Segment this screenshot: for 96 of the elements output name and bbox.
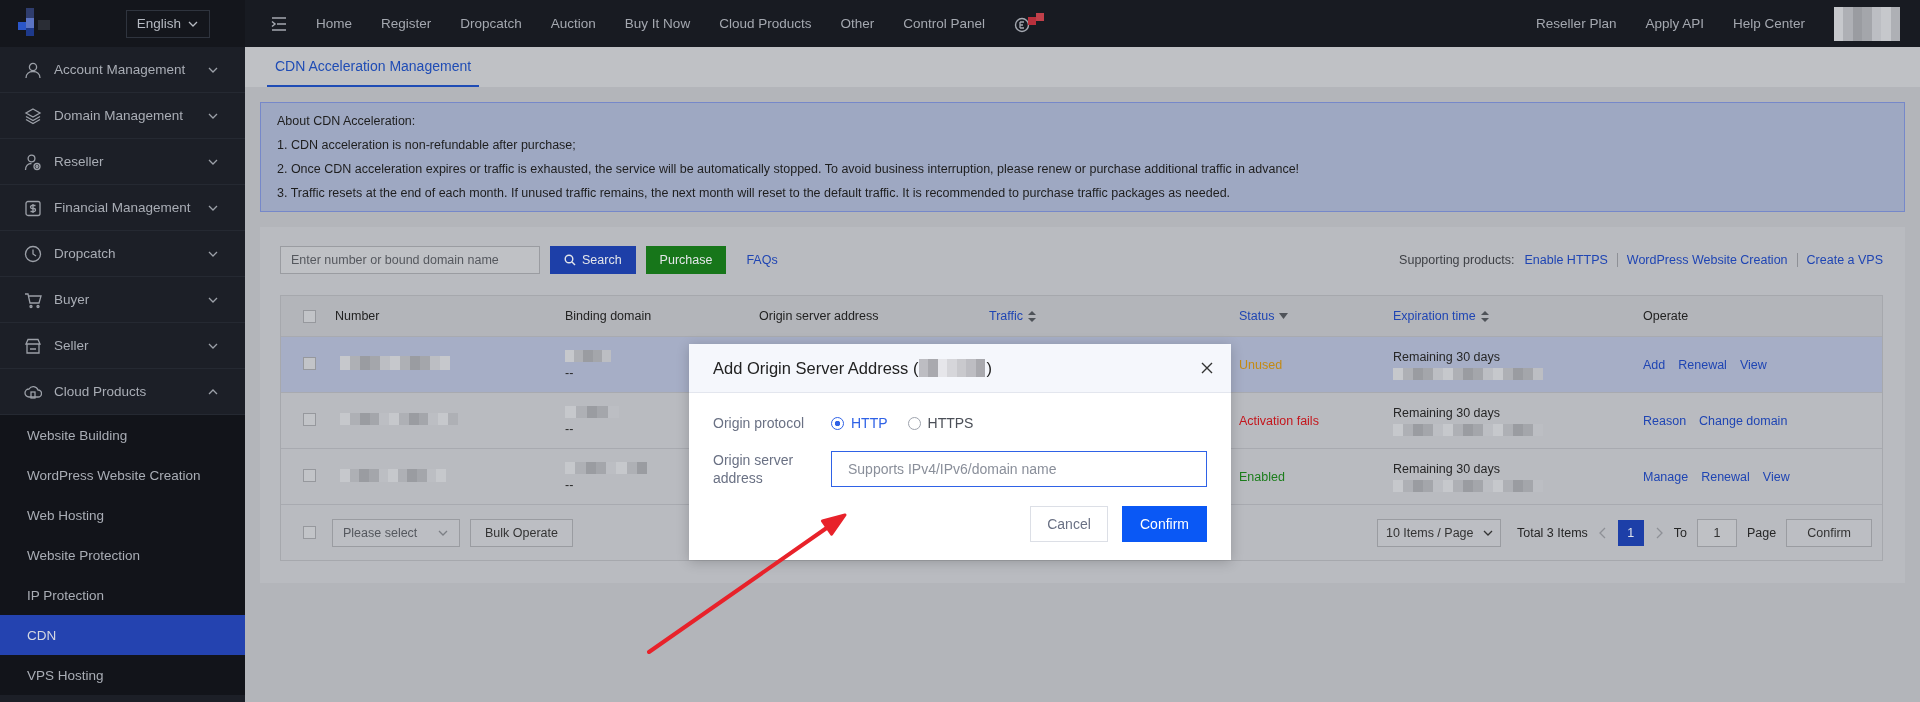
nav-link[interactable]: Other (840, 16, 875, 31)
checkbox[interactable] (303, 526, 316, 539)
table-cell: -- (565, 477, 574, 492)
sidebar-icon (24, 244, 42, 263)
status-text: Enabled (1239, 469, 1285, 484)
pixelated-icon[interactable] (1014, 12, 1047, 35)
search-icon (564, 254, 576, 266)
menu-icon[interactable] (271, 16, 287, 31)
notice-title: About CDN Acceleration: (277, 113, 417, 130)
table-cell: -- (565, 421, 574, 436)
supporting-label: Supporting products: (1399, 253, 1515, 267)
purchase-button[interactable]: Purchase (645, 246, 727, 274)
sidebar-icon (24, 106, 42, 125)
field-label: Origin protocol (713, 415, 806, 431)
notice-text: 1. CDN acceleration is non-refundable after purchase; (277, 137, 577, 154)
product-link[interactable]: WordPress Website Creation (1616, 253, 1797, 267)
pixelated-avatar (1834, 6, 1900, 41)
column-header: Origin server address (759, 309, 879, 323)
column-header: Expiration time (1393, 309, 1476, 323)
notice-text: 2. Once CDN acceleration expires or traffic is exhausted, the service will be automatically stopped. To avoid business interruption, please renew or purchase additional traffic in advance! (277, 161, 1301, 178)
dialog-title: Add Origin Server Address ( (713, 358, 919, 378)
sidebar-icon (24, 198, 42, 217)
column-header: Status (1239, 309, 1275, 323)
page-number[interactable]: 1 (1617, 519, 1644, 546)
product-link[interactable]: Create a VPS (1796, 253, 1883, 267)
sidebar-subitem[interactable]: Website Protection (0, 535, 245, 575)
action-link[interactable]: Manage (1643, 469, 1689, 484)
close-icon[interactable] (1201, 362, 1213, 374)
page-jump-field[interactable]: 1 (1697, 518, 1738, 547)
pixelated-block (919, 359, 986, 377)
action-link[interactable]: Renewal (1678, 357, 1727, 372)
sidebar-icon (24, 336, 42, 355)
table-cell: Remaining 30 days (1393, 349, 1500, 364)
nav-link[interactable]: Dropcatch (460, 16, 522, 31)
language-dropdown[interactable]: English (125, 9, 210, 38)
filter-icon[interactable] (1279, 313, 1289, 319)
search-button[interactable]: Search (550, 246, 636, 274)
bulk-operate-button[interactable]: Bulk Operate (470, 518, 573, 547)
confirm-button[interactable]: Confirm (1786, 518, 1872, 547)
checkbox[interactable] (303, 412, 316, 426)
nav-link[interactable]: Help Center (1732, 16, 1805, 31)
sidebar-subitem[interactable]: WordPress Website Creation (0, 455, 245, 495)
checkbox[interactable] (303, 356, 316, 370)
product-link[interactable]: Enable HTTPS (1524, 253, 1617, 267)
action-link[interactable]: View (1762, 469, 1790, 484)
column-header: Binding domain (565, 309, 652, 323)
nav-link[interactable]: Cloud Products (719, 16, 812, 31)
status-text: Unused (1239, 357, 1283, 372)
sidebar-icon (24, 60, 42, 79)
bulk-select[interactable]: Please select (332, 518, 460, 547)
nav-link[interactable]: Auction (550, 16, 596, 31)
nav-link[interactable]: Register (381, 16, 432, 31)
nav-link[interactable]: Buy It Now (624, 16, 691, 31)
action-link[interactable]: Change domain (1699, 413, 1788, 428)
total-count: Total 3 Items (1516, 525, 1588, 540)
checkbox[interactable] (303, 309, 316, 323)
sidebar-subitem[interactable]: Web Hosting (0, 495, 245, 535)
sidebar-icon (24, 290, 42, 309)
nav-link[interactable]: Reseller Plan (1536, 16, 1617, 31)
action-link[interactable]: View (1739, 357, 1767, 372)
search-field[interactable]: Enter number or bound domain name (280, 246, 540, 274)
nav-link[interactable]: Control Panel (903, 16, 986, 31)
pixelated-block (565, 349, 611, 362)
column-header: Operate (1643, 309, 1689, 323)
sidebar-icon (24, 152, 42, 171)
status-text: Activation fails (1239, 413, 1319, 428)
table-cell: Remaining 30 days (1393, 461, 1500, 476)
radio-option[interactable]: HTTPS (907, 415, 974, 431)
sort-icon[interactable] (1480, 310, 1489, 322)
action-link[interactable]: Reason (1643, 413, 1687, 428)
page-tab[interactable]: CDN Acceleration Management (267, 47, 480, 87)
column-header: Number (335, 309, 380, 323)
cancel-button[interactable]: Cancel (1030, 506, 1108, 542)
sidebar-subitem[interactable]: VPS Hosting (0, 655, 245, 695)
nav-link[interactable]: Apply API (1645, 16, 1704, 31)
sort-icon[interactable] (1028, 310, 1037, 322)
faqs-link[interactable]: FAQs (746, 253, 778, 267)
dialog-title: ) (986, 358, 992, 378)
field-label: Origin server address (713, 451, 795, 487)
address-field[interactable]: Supports IPv4/IPv6/domain name (831, 451, 1207, 487)
checkbox[interactable] (303, 468, 316, 482)
action-link[interactable]: Renewal (1701, 469, 1750, 484)
sidebar-subitem[interactable]: IP Protection (0, 575, 245, 615)
column-header: Traffic (989, 309, 1024, 323)
notice-text: 3. Traffic resets at the end of each month. If unused traffic remains, the next month will reset to the default traffic. It is recommended to purchase traffic packages as needed. (277, 185, 1232, 202)
table-cell: Remaining 30 days (1393, 405, 1500, 420)
nav-link[interactable]: Home (316, 16, 352, 31)
sidebar-subitem[interactable]: Website Building (0, 415, 245, 455)
confirm-button[interactable]: Confirm (1122, 506, 1207, 542)
jump-label: To (1673, 525, 1688, 540)
page-size-select[interactable]: 10 Items / Page (1376, 518, 1501, 547)
table-cell: -- (565, 365, 574, 380)
action-link[interactable]: Add (1643, 357, 1666, 372)
page-label: Page (1747, 525, 1777, 540)
sidebar-subitem[interactable]: CDN (0, 615, 245, 655)
radio-option[interactable]: HTTP (831, 415, 888, 431)
